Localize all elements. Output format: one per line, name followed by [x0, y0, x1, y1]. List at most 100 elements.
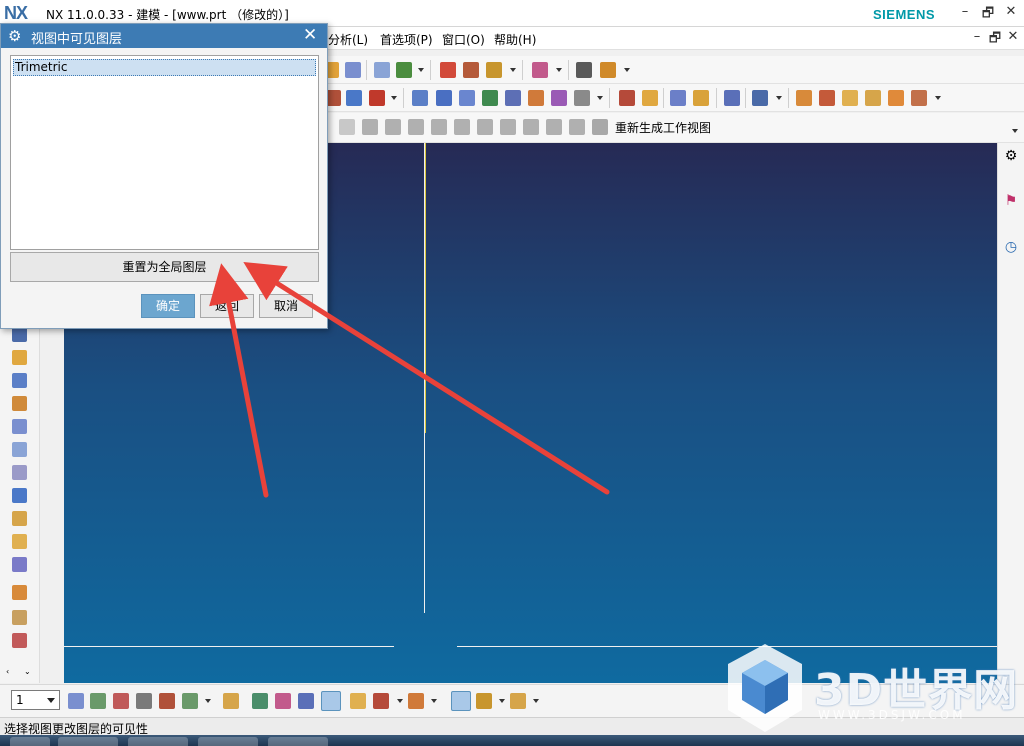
chevron-down-icon[interactable] [418, 68, 424, 72]
reset-global-layers-button[interactable]: 重置为全局图层 [10, 252, 319, 282]
part-icon[interactable] [12, 350, 27, 365]
unite-icon[interactable] [796, 90, 812, 106]
chevron-down-icon[interactable] [556, 68, 562, 72]
layer-icon[interactable] [12, 465, 27, 480]
close-icon[interactable]: ✕ [303, 25, 317, 45]
tools-icon[interactable] [451, 691, 471, 711]
gear-icon[interactable]: ⚙ [1003, 148, 1019, 164]
filter-icon[interactable] [298, 693, 314, 709]
expression-icon[interactable] [476, 693, 492, 709]
chevron-down-icon[interactable] [391, 96, 397, 100]
ruler-icon[interactable] [408, 693, 424, 709]
surface-icon[interactable] [532, 62, 548, 78]
conic-icon[interactable] [477, 119, 493, 135]
analysis-icon[interactable] [350, 693, 366, 709]
minimize-button[interactable]: – [954, 4, 976, 22]
list-item[interactable]: Trimetric [13, 59, 316, 76]
cancel-button[interactable]: 取消 [259, 294, 313, 318]
chevron-down-icon[interactable] [776, 96, 782, 100]
sew-icon[interactable] [551, 90, 567, 106]
arc-icon[interactable] [408, 119, 424, 135]
taskbar-item[interactable] [268, 737, 328, 746]
ok-button[interactable]: 确定 [141, 294, 195, 318]
clock-icon[interactable]: ◷ [1003, 239, 1019, 255]
curve-icon[interactable] [463, 62, 479, 78]
menu-help[interactable]: 帮助(H) [494, 31, 536, 48]
face-icon[interactable] [12, 511, 27, 526]
edge-icon[interactable] [12, 534, 27, 549]
view-list[interactable]: Trimetric [10, 55, 319, 250]
chevron-down-icon[interactable] [499, 699, 505, 703]
navigator-icon[interactable] [12, 442, 27, 457]
offset-surface-icon[interactable] [505, 90, 521, 106]
delete-body-icon[interactable] [911, 90, 927, 106]
layer-stack-icon[interactable] [182, 693, 198, 709]
move-to-layer-icon[interactable] [136, 693, 152, 709]
chevron-down-icon[interactable] [935, 96, 941, 100]
taskbar-item[interactable] [128, 737, 188, 746]
start-button[interactable] [10, 737, 50, 746]
split-body-icon[interactable] [888, 90, 904, 106]
scroll-down-icon[interactable]: ⌄ [24, 668, 32, 676]
line-icon[interactable] [362, 119, 378, 135]
trim-body-icon[interactable] [528, 90, 544, 106]
body-icon[interactable] [12, 488, 27, 503]
pocket-icon[interactable] [369, 90, 385, 106]
move-face-icon[interactable] [693, 90, 709, 106]
spreadsheet-icon[interactable] [510, 693, 526, 709]
taskbar-item[interactable] [198, 737, 258, 746]
regenerate-view-label[interactable]: 重新生成工作视图 [615, 119, 711, 136]
snap-icon[interactable] [275, 693, 291, 709]
mesh-surface-icon[interactable] [436, 90, 452, 106]
draft-icon[interactable] [619, 90, 635, 106]
chevron-down-icon[interactable] [624, 68, 630, 72]
line-two-point-icon[interactable] [385, 119, 401, 135]
chevron-down-icon[interactable] [533, 699, 539, 703]
layer-category-icon[interactable] [113, 693, 129, 709]
chevron-down-icon[interactable] [597, 96, 603, 100]
back-button[interactable]: 返回 [200, 294, 254, 318]
diagonal-line-icon[interactable] [569, 119, 585, 135]
through-curves-icon[interactable] [459, 90, 475, 106]
chevron-down-icon[interactable] [431, 699, 437, 703]
thicken-icon[interactable] [482, 90, 498, 106]
visible-in-view-icon[interactable] [90, 693, 106, 709]
mesh-icon[interactable] [12, 557, 27, 572]
scroll-left-icon[interactable]: ‹ [6, 668, 14, 676]
taskbar-item[interactable] [58, 737, 118, 746]
sheet-icon[interactable] [12, 610, 27, 625]
box-icon[interactable] [12, 585, 27, 600]
chevron-down-icon[interactable] [397, 699, 403, 703]
history-icon[interactable] [12, 419, 27, 434]
chevron-down-icon[interactable] [205, 699, 211, 703]
revolve-icon[interactable] [396, 62, 412, 78]
chevron-down-icon[interactable] [1012, 129, 1018, 133]
circle-icon[interactable] [500, 119, 516, 135]
restore-button[interactable]: 🗗 [977, 4, 999, 22]
menu-preferences[interactable]: 首选项(P) [380, 31, 433, 48]
subtract-icon[interactable] [819, 90, 835, 106]
measure-icon[interactable] [865, 90, 881, 106]
close-button[interactable]: ✕ [1000, 4, 1022, 22]
circle-point-icon[interactable] [523, 119, 539, 135]
reuse-library-icon[interactable] [12, 633, 27, 648]
crosshair-icon[interactable] [546, 119, 562, 135]
spline-curve-icon[interactable] [431, 119, 447, 135]
chevron-down-icon[interactable] [510, 68, 516, 72]
patch-icon[interactable] [574, 90, 590, 106]
edit-object-icon[interactable] [223, 693, 239, 709]
measure-distance-icon[interactable] [373, 693, 389, 709]
copy-to-layer-icon[interactable] [159, 693, 175, 709]
layer-settings-icon[interactable] [68, 693, 84, 709]
constraint-icon[interactable] [12, 396, 27, 411]
spline-icon[interactable] [486, 62, 502, 78]
datum-plane-icon[interactable] [600, 62, 616, 78]
intersect-icon[interactable] [842, 90, 858, 106]
cube-icon[interactable] [345, 62, 361, 78]
regenerate-view-icon[interactable] [592, 119, 608, 135]
swept-icon[interactable] [412, 90, 428, 106]
point-set-icon[interactable] [339, 119, 355, 135]
studio-spline-icon[interactable] [454, 119, 470, 135]
shell-icon[interactable] [642, 90, 658, 106]
book-icon[interactable] [752, 90, 768, 106]
